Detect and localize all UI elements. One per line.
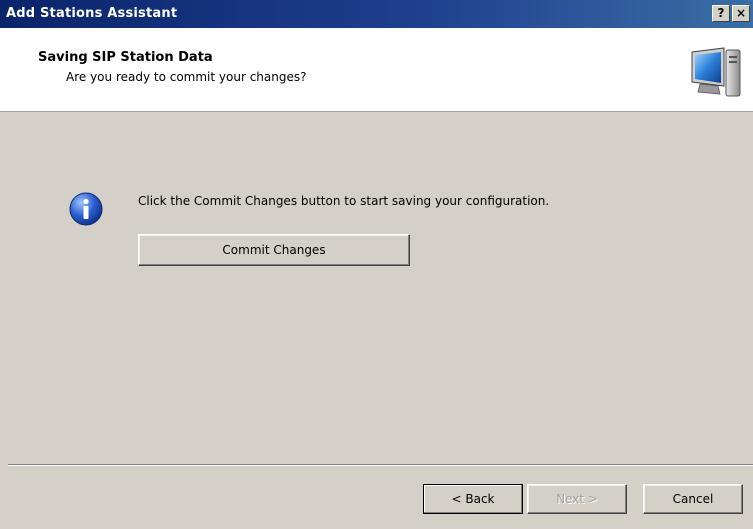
help-button[interactable]: ? xyxy=(712,5,730,22)
back-button[interactable]: < Back xyxy=(423,484,523,514)
close-icon: × xyxy=(735,6,747,20)
help-icon: ? xyxy=(717,6,725,20)
title-bar[interactable]: Add Stations Assistant ? × xyxy=(0,0,753,28)
next-button: Next > xyxy=(527,484,627,514)
add-stations-assistant-window: Add Stations Assistant ? × Saving SIP St… xyxy=(0,0,753,529)
cancel-button[interactable]: Cancel xyxy=(643,484,743,514)
page-subtitle: Are you ready to commit your changes? xyxy=(66,70,307,84)
instruction-message: Click the Commit Changes button to start… xyxy=(138,194,550,208)
close-button[interactable]: × xyxy=(732,5,750,22)
window-title: Add Stations Assistant xyxy=(6,6,178,21)
wizard-content: Click the Commit Changes button to start… xyxy=(8,113,753,465)
info-icon xyxy=(69,192,103,226)
wizard-header: Saving SIP Station Data Are you ready to… xyxy=(0,28,753,112)
commit-changes-button[interactable]: Commit Changes xyxy=(138,234,410,266)
page-title: Saving SIP Station Data xyxy=(38,50,213,65)
footer-separator xyxy=(8,464,753,466)
computer-monitor-icon xyxy=(691,47,741,97)
